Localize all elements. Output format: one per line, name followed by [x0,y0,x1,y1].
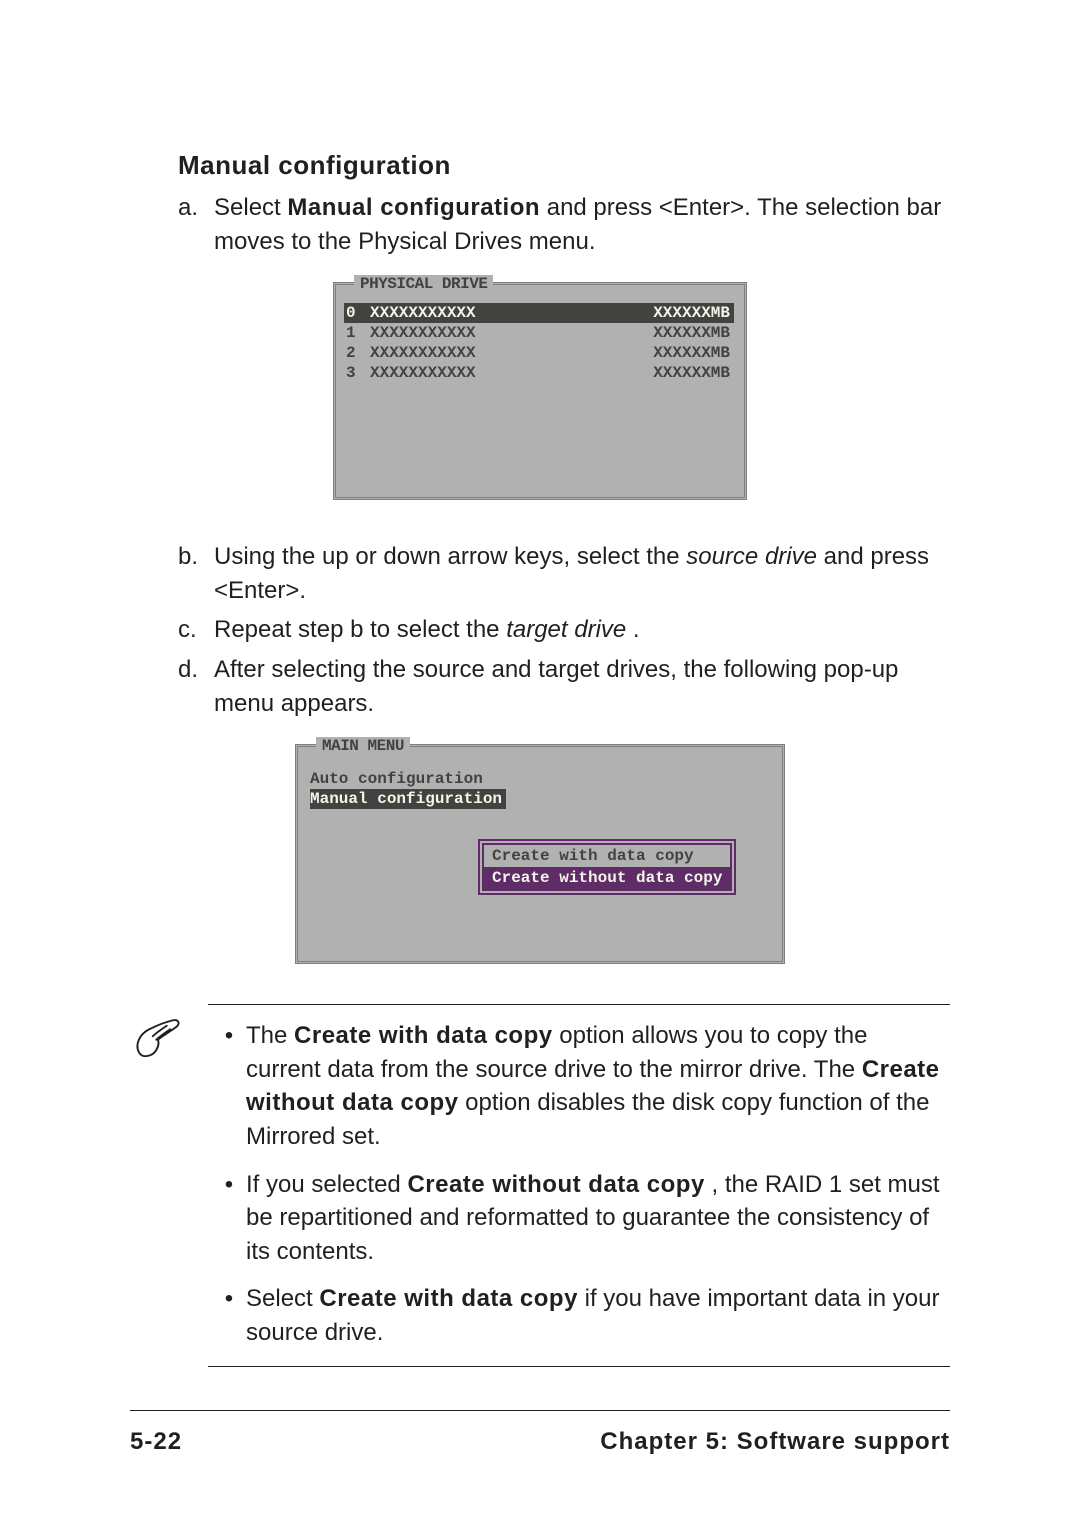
popup-item-with-copy[interactable]: Create with data copy [484,845,730,867]
note-body: If you selected Create without data copy… [246,1168,946,1269]
step-b: b. Using the up or down arrow keys, sele… [178,540,950,607]
step-body: Select Manual configuration and press <E… [214,191,950,258]
step-marker: c. [178,613,214,647]
panel-title: MAIN MENU [316,737,410,755]
main-menu-figure: MAIN MENU Auto configuration Manual conf… [130,744,950,964]
bullet-icon: • [212,1168,246,1269]
drive-index: 0 [344,304,370,322]
drive-row[interactable]: 3 XXXXXXXXXXX XXXXXXMB [344,363,734,383]
menu-body: Auto configuration Manual configuration [298,747,782,819]
step-body: Repeat step b to select the target drive… [214,613,950,647]
footer-rule [130,1410,950,1412]
bold-term: Create with data copy [319,1285,578,1312]
text-segment: If you selected [246,1171,407,1198]
drive-index: 3 [344,364,370,382]
drive-size: XXXXXXMB [630,344,734,362]
note-hand-icon [130,1004,194,1366]
bullet-icon: • [212,1019,246,1153]
drive-size: XXXXXXMB [630,304,734,322]
physical-drive-panel: PHYSICAL DRIVE 0 XXXXXXXXXXX XXXXXXMB 1 … [333,282,747,500]
drive-index: 2 [344,344,370,362]
text-segment: Select [246,1285,319,1312]
note-text-box: • The Create with data copy option allow… [208,1004,950,1366]
step-body: After selecting the source and target dr… [214,653,950,720]
drive-name: XXXXXXXXXXX [370,304,630,322]
page-number: 5-22 [130,1428,182,1456]
drive-list: 0 XXXXXXXXXXX XXXXXXMB 1 XXXXXXXXXXX XXX… [336,285,744,393]
drive-name: XXXXXXXXXXX [370,344,630,362]
step-c: c. Repeat step b to select the target dr… [178,613,950,647]
note-body: The Create with data copy option allows … [246,1019,946,1153]
drive-name: XXXXXXXXXXX [370,364,630,382]
main-menu-panel: MAIN MENU Auto configuration Manual conf… [295,744,785,964]
chapter-title: Chapter 5: Software support [600,1428,950,1456]
menu-item-manual-config[interactable]: Manual configuration [310,789,506,809]
note-block: • The Create with data copy option allow… [130,1004,950,1366]
create-popup: Create with data copy Create without dat… [478,839,736,895]
drive-size: XXXXXXMB [630,324,734,342]
bullet-icon: • [212,1282,246,1349]
text-segment: The [246,1022,294,1049]
panel-title: PHYSICAL DRIVE [354,275,493,293]
menu-item-auto-config[interactable]: Auto configuration [310,769,772,789]
footer-line: 5-22 Chapter 5: Software support [130,1428,950,1456]
bold-term: Manual configuration [287,194,540,221]
drive-row[interactable]: 2 XXXXXXXXXXX XXXXXXMB [344,343,734,363]
note-list: • The Create with data copy option allow… [212,1019,946,1349]
step-a: a. Select Manual configuration and press… [178,191,950,258]
page-footer: 5-22 Chapter 5: Software support [130,1410,950,1456]
step-marker: a. [178,191,214,258]
popup-item-without-copy[interactable]: Create without data copy [484,867,730,889]
step-marker: d. [178,653,214,720]
step-body: Using the up or down arrow keys, select … [214,540,950,607]
note-item: • The Create with data copy option allow… [212,1019,946,1153]
step-d: d. After selecting the source and target… [178,653,950,720]
step-list: a. Select Manual configuration and press… [178,191,950,258]
bold-term: Create with data copy [294,1022,553,1049]
note-item: • If you selected Create without data co… [212,1168,946,1269]
drive-size: XXXXXXMB [630,364,734,382]
text-segment: Select [214,194,287,221]
note-item: • Select Create with data copy if you ha… [212,1282,946,1349]
physical-drive-figure: PHYSICAL DRIVE 0 XXXXXXXXXXX XXXXXXMB 1 … [130,282,950,500]
drive-row[interactable]: 0 XXXXXXXXXXX XXXXXXMB [344,303,734,323]
bold-term: Create without data copy [407,1171,704,1198]
italic-term: source drive [686,543,817,570]
drive-index: 1 [344,324,370,342]
note-body: Select Create with data copy if you have… [246,1282,946,1349]
drive-name: XXXXXXXXXXX [370,324,630,342]
text-segment: . [633,616,640,643]
document-page: Manual configuration a. Select Manual co… [0,0,1080,1528]
section-heading: Manual configuration [178,150,950,181]
drive-row[interactable]: 1 XXXXXXXXXXX XXXXXXMB [344,323,734,343]
text-segment: Repeat step b to select the [214,616,506,643]
step-marker: b. [178,540,214,607]
italic-term: target drive [506,616,626,643]
text-segment: Using the up or down arrow keys, select … [214,543,686,570]
step-list-cont: b. Using the up or down arrow keys, sele… [178,540,950,720]
